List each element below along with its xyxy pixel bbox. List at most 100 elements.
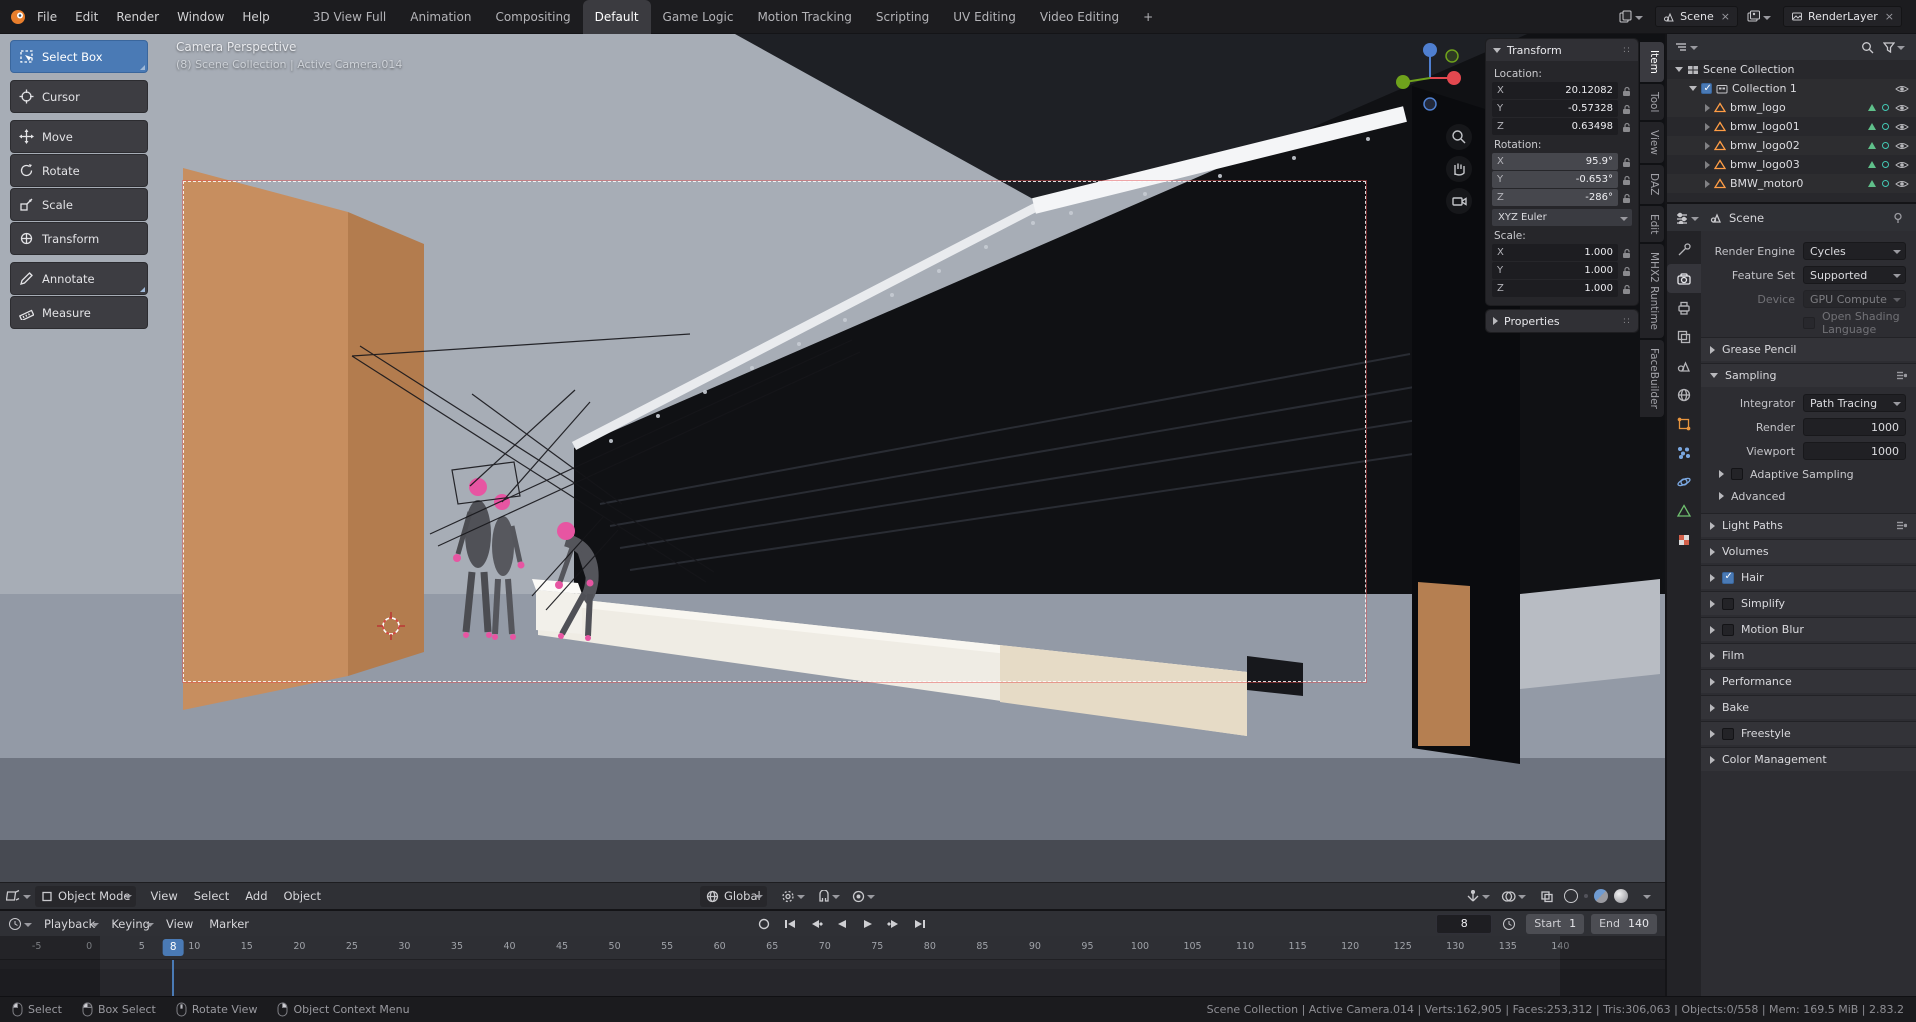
sidebar-tab[interactable]: Tool bbox=[1640, 83, 1664, 121]
properties-panel-header[interactable]: Simplify bbox=[1701, 591, 1916, 615]
sidebar-tab[interactable]: MHX2 Runtime bbox=[1640, 243, 1664, 338]
tool-annotate[interactable]: Annotate bbox=[10, 262, 148, 295]
viewport-canvas[interactable] bbox=[0, 34, 1665, 882]
number-field[interactable]: Z -286° bbox=[1492, 189, 1618, 206]
properties-panel-header[interactable]: Properties :: bbox=[1486, 310, 1638, 332]
pivot-point-button[interactable] bbox=[781, 886, 809, 906]
outliner-editor-type-button[interactable] bbox=[1674, 37, 1702, 57]
topbar-menu-item[interactable]: Edit bbox=[66, 0, 107, 34]
tool-transform[interactable]: Transform bbox=[10, 222, 148, 255]
tool-rotate[interactable]: Rotate bbox=[10, 154, 148, 187]
browse-scene-icon[interactable] bbox=[1618, 7, 1647, 27]
number-field[interactable]: X 20.12082 bbox=[1492, 82, 1618, 99]
expand-caret-icon[interactable] bbox=[1705, 103, 1710, 112]
number-field[interactable]: Y -0.57328 bbox=[1492, 100, 1618, 117]
lock-icon[interactable] bbox=[1621, 192, 1632, 204]
overlays-button[interactable] bbox=[1501, 886, 1530, 906]
hide-eye-icon[interactable] bbox=[1868, 141, 1909, 151]
sidebar-tab[interactable]: FaceBuilder bbox=[1640, 339, 1664, 417]
topbar-menu-item[interactable]: Render bbox=[107, 0, 168, 34]
xray-toggle-button[interactable] bbox=[1537, 886, 1557, 906]
preset-menu-icon[interactable] bbox=[1896, 371, 1907, 380]
properties-panel-header[interactable]: Volumes bbox=[1701, 539, 1916, 563]
panel-checkbox[interactable] bbox=[1722, 623, 1734, 636]
panel-checkbox[interactable] bbox=[1722, 597, 1734, 610]
outliner-row-object[interactable]: bmw_logo02 bbox=[1667, 136, 1916, 155]
viewport-3d[interactable]: Camera Perspective (8) Scene Collection … bbox=[0, 34, 1665, 882]
tab-physics[interactable] bbox=[1667, 467, 1701, 496]
properties-panel-header[interactable]: Color Management bbox=[1701, 747, 1916, 771]
sidebar-tab[interactable]: Edit bbox=[1640, 205, 1664, 242]
viewport-menu-item[interactable]: Object bbox=[276, 889, 329, 903]
hide-eye-icon[interactable] bbox=[1868, 179, 1909, 189]
hide-eye-icon[interactable] bbox=[1895, 84, 1909, 94]
current-frame-line[interactable] bbox=[172, 960, 175, 996]
expand-caret-icon[interactable] bbox=[1705, 179, 1710, 188]
prev-keyframe-button[interactable] bbox=[804, 914, 828, 934]
workspace-tab[interactable]: Game Logic bbox=[651, 0, 746, 34]
show-gizmo-button[interactable] bbox=[1466, 886, 1494, 906]
outliner-search-icon[interactable] bbox=[1857, 37, 1877, 57]
viewport-menu-item[interactable]: Add bbox=[237, 889, 275, 903]
sidebar-tab[interactable]: View bbox=[1640, 122, 1664, 164]
outliner-row-object[interactable]: bmw_logo bbox=[1667, 98, 1916, 117]
number-field[interactable]: X 95.9° bbox=[1492, 153, 1618, 170]
use-preview-range-button[interactable] bbox=[1499, 914, 1519, 934]
property-dropdown[interactable]: GPU Compute bbox=[1803, 290, 1906, 308]
timeline-editor-type-button[interactable] bbox=[8, 914, 36, 934]
timeline-tracks[interactable] bbox=[0, 960, 1665, 996]
camera-view-button[interactable] bbox=[1446, 188, 1472, 214]
number-field[interactable]: Y 1.000 bbox=[1492, 262, 1618, 279]
panel-checkbox[interactable] bbox=[1722, 727, 1734, 740]
browse-renderlayer-icon[interactable] bbox=[1746, 7, 1775, 27]
expand-caret-icon[interactable] bbox=[1675, 67, 1683, 72]
workspace-tab[interactable]: Video Editing bbox=[1028, 0, 1131, 34]
tool-select-box[interactable]: Select Box bbox=[10, 40, 148, 73]
tab-render[interactable] bbox=[1667, 264, 1701, 293]
render-samples-field[interactable]: 1000 bbox=[1803, 418, 1906, 436]
tab-tool[interactable] bbox=[1667, 235, 1701, 264]
transform-panel-header[interactable]: Transform :: bbox=[1486, 39, 1638, 61]
topbar-menu-item[interactable]: Help bbox=[233, 0, 278, 34]
timeline-body[interactable]: -5 0 5 10 15 20 25 30 35 40 45 50 55 60 65 70 75 80 85 90 95… bbox=[0, 936, 1665, 996]
number-field[interactable]: Z 1.000 bbox=[1492, 280, 1618, 297]
zoom-button[interactable] bbox=[1446, 124, 1472, 150]
properties-panel-header[interactable]: Light Paths bbox=[1701, 513, 1916, 537]
outliner-row-object[interactable]: bmw_logo01 bbox=[1667, 117, 1916, 136]
workspace-tab[interactable]: Motion Tracking bbox=[745, 0, 863, 34]
play-button[interactable] bbox=[856, 914, 880, 934]
tab-output[interactable] bbox=[1667, 293, 1701, 322]
properties-panel-header[interactable]: Film bbox=[1701, 643, 1916, 667]
timeline-view-menu[interactable]: View bbox=[158, 917, 201, 931]
tab-object-data[interactable] bbox=[1667, 496, 1701, 525]
workspace-tab[interactable]: Default bbox=[582, 0, 651, 34]
shading-material-button[interactable] bbox=[1594, 889, 1608, 903]
renderlayer-unlink-icon[interactable]: × bbox=[1885, 10, 1894, 23]
lock-icon[interactable] bbox=[1621, 156, 1632, 168]
property-dropdown[interactable]: Cycles bbox=[1803, 242, 1906, 260]
hide-eye-icon[interactable] bbox=[1868, 160, 1909, 170]
current-frame-indicator[interactable]: 8 bbox=[162, 939, 184, 956]
sidebar-tab[interactable]: Item bbox=[1640, 42, 1664, 82]
lock-icon[interactable] bbox=[1621, 103, 1632, 115]
jump-to-end-button[interactable] bbox=[908, 914, 932, 934]
proportional-editing-button[interactable] bbox=[852, 886, 879, 906]
adaptive-sampling-subpanel[interactable]: Adaptive Sampling bbox=[1701, 463, 1916, 485]
tab-world[interactable] bbox=[1667, 380, 1701, 409]
viewport-menu-item[interactable]: View bbox=[142, 889, 185, 903]
jump-to-start-button[interactable] bbox=[778, 914, 802, 934]
playback-menu[interactable]: Playback bbox=[36, 917, 103, 931]
tab-texture[interactable] bbox=[1667, 525, 1701, 554]
lock-icon[interactable] bbox=[1621, 85, 1632, 97]
properties-panel-header[interactable]: Motion Blur bbox=[1701, 617, 1916, 641]
shading-rendered-button[interactable] bbox=[1614, 889, 1628, 903]
shading-solid-button[interactable] bbox=[1584, 894, 1588, 898]
lock-icon[interactable] bbox=[1621, 121, 1632, 133]
tool-measure[interactable]: Measure bbox=[10, 296, 148, 329]
play-reverse-button[interactable] bbox=[830, 914, 854, 934]
auto-keying-toggle[interactable] bbox=[752, 914, 776, 934]
outliner-row-scene-collection[interactable]: Scene Collection bbox=[1667, 60, 1916, 79]
expand-caret-icon[interactable] bbox=[1705, 160, 1710, 169]
timeline-ruler[interactable]: -5 0 5 10 15 20 25 30 35 40 45 50 55 60 65 70 75 80 85 90 95… bbox=[0, 936, 1665, 960]
panel-grip-icon[interactable]: :: bbox=[1623, 316, 1631, 326]
